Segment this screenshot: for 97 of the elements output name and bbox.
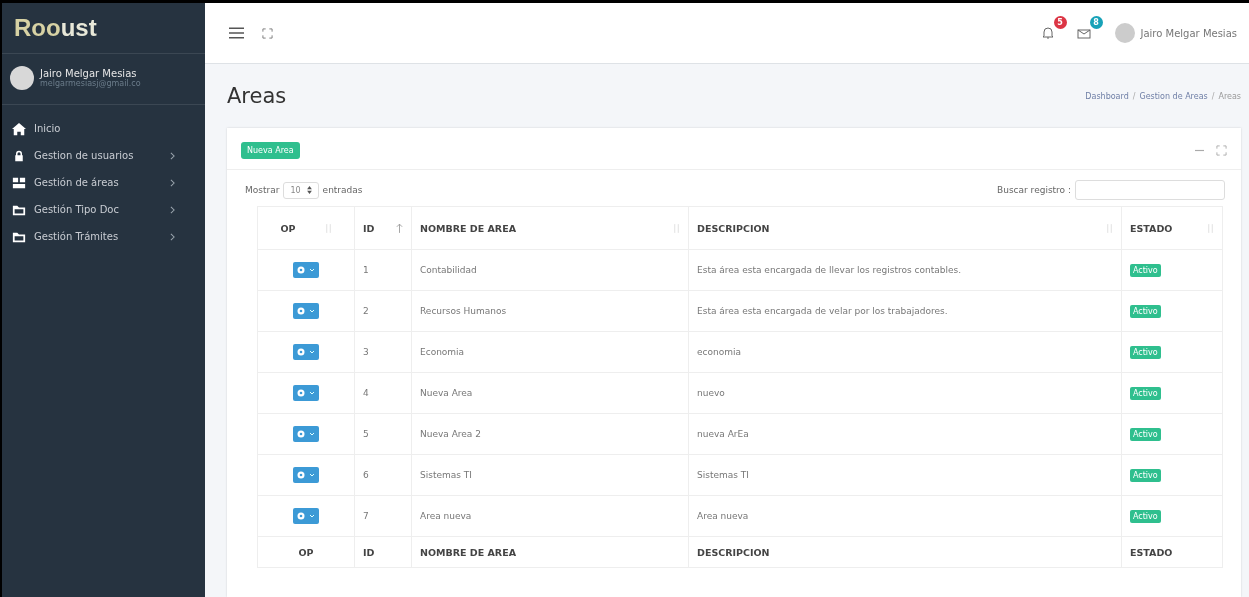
nav-item[interactable]: Gestión de áreas	[2, 169, 205, 196]
avatar	[10, 66, 34, 90]
show-label: Mostrar	[245, 185, 280, 195]
table-cell: 4	[363, 388, 369, 398]
options-button[interactable]	[293, 508, 319, 524]
table-cell: 6	[363, 470, 369, 480]
chevron-icon	[170, 178, 175, 187]
caret-icon	[309, 350, 315, 354]
fullscreen-icon[interactable]	[1216, 145, 1227, 156]
table-cell: 3	[363, 347, 369, 357]
updown-icon	[306, 186, 312, 194]
menu-icon[interactable]	[229, 27, 244, 39]
nav-item[interactable]: Gestión Trámites	[2, 223, 205, 250]
avatar	[1114, 23, 1135, 43]
gear-icon	[297, 471, 305, 479]
nav-item[interactable]: Gestion de usuarios	[2, 142, 205, 169]
page-size-select[interactable]: 10	[283, 181, 319, 199]
search-label: Buscar registro :	[997, 185, 1071, 195]
caret-icon	[309, 268, 315, 272]
caret-icon	[309, 432, 315, 436]
logo: Rooust	[14, 14, 97, 42]
table-cell: 5	[363, 429, 369, 439]
column-header[interactable]: ESTADO	[1130, 222, 1173, 234]
table-cell: 1	[363, 265, 369, 275]
breadcrumb-current: Areas	[1218, 91, 1241, 101]
table-cell: economia	[697, 347, 741, 357]
page-title: Areas	[227, 84, 287, 108]
nav-item[interactable]: Inicio	[2, 115, 205, 142]
chevron-icon	[170, 205, 175, 214]
count-badge: 8	[1089, 16, 1103, 29]
options-button[interactable]	[293, 385, 319, 401]
table-cell: Esta área esta encargada de llevar los registros contables.	[697, 265, 962, 275]
breadcrumb-separator: /	[1211, 91, 1215, 101]
status-badge: Activo	[1130, 387, 1161, 400]
table-cell: nuevo	[697, 388, 725, 398]
gear-icon	[297, 307, 305, 315]
table-cell: 2	[363, 306, 369, 316]
table-cell: Nueva Area 2	[420, 429, 481, 439]
table-cell: Nueva Area	[420, 388, 473, 398]
column-footer: ID	[363, 546, 375, 558]
options-button[interactable]	[293, 303, 319, 319]
column-header[interactable]: NOMBRE DE AREA	[420, 222, 517, 234]
count-badge: 5	[1053, 16, 1067, 29]
caret-icon	[309, 473, 315, 477]
table-cell: Recursos Humanos	[420, 306, 507, 316]
table-cell: Economia	[420, 347, 465, 357]
options-button[interactable]	[293, 344, 319, 360]
status-badge: Activo	[1130, 305, 1161, 318]
gear-icon	[297, 430, 305, 438]
entries-label: entradas	[322, 185, 363, 195]
table-cell: Area nueva	[420, 511, 472, 521]
breadcrumb-link[interactable]: Gestion de Areas	[1139, 91, 1208, 101]
column-header[interactable]: DESCRIPCION	[697, 222, 770, 234]
gear-icon	[297, 266, 305, 274]
table-cell: Area nueva	[697, 511, 749, 521]
home-icon	[12, 121, 26, 136]
user-menu[interactable]: Jairo Melgar Mesias	[1140, 27, 1237, 39]
lock-icon	[12, 148, 26, 163]
chevron-icon	[170, 151, 175, 160]
status-badge: Activo	[1130, 510, 1161, 523]
status-badge: Activo	[1130, 264, 1161, 277]
boxes-icon	[12, 175, 26, 190]
table-cell: Sistemas TI	[697, 470, 749, 480]
column-footer: OP	[298, 546, 314, 558]
table-cell: Sistemas TI	[420, 470, 472, 480]
options-button[interactable]	[293, 262, 319, 278]
fullscreen-icon[interactable]	[262, 27, 273, 39]
envelope-icon[interactable]	[1076, 26, 1091, 40]
column-header[interactable]: ID	[363, 222, 375, 234]
column-header[interactable]: OP	[280, 222, 296, 234]
nav-item[interactable]: Gestión Tipo Doc	[2, 196, 205, 223]
user-name[interactable]: Jairo Melgar Mesias	[40, 68, 141, 79]
gear-icon	[297, 348, 305, 356]
table-cell: 7	[363, 511, 369, 521]
search-field[interactable]	[1075, 180, 1225, 200]
caret-icon	[309, 309, 315, 313]
caret-icon	[309, 514, 315, 518]
breadcrumb-separator: /	[1132, 91, 1136, 101]
table-cell: Esta área esta encargada de velar por los trabajadores.	[697, 306, 948, 316]
caret-icon	[309, 391, 315, 395]
status-badge: Activo	[1130, 428, 1161, 441]
status-badge: Activo	[1130, 469, 1161, 482]
options-button[interactable]	[293, 467, 319, 483]
table-cell: nueva ArEa	[697, 429, 749, 439]
breadcrumb-link[interactable]: Dashboard	[1085, 91, 1129, 101]
options-button[interactable]	[293, 426, 319, 442]
chevron-icon	[170, 232, 175, 241]
user-email: melgarmesiasj@gmail.co	[40, 79, 141, 88]
sort-icon[interactable]	[396, 223, 403, 233]
bell-icon[interactable]	[1040, 26, 1055, 40]
status-badge: Activo	[1130, 346, 1161, 359]
gear-icon	[297, 389, 305, 397]
column-footer: NOMBRE DE AREA	[420, 546, 517, 558]
table-cell: Contabilidad	[420, 265, 477, 275]
column-footer: DESCRIPCION	[697, 546, 770, 558]
gear-icon	[297, 512, 305, 520]
column-footer: ESTADO	[1130, 546, 1173, 558]
